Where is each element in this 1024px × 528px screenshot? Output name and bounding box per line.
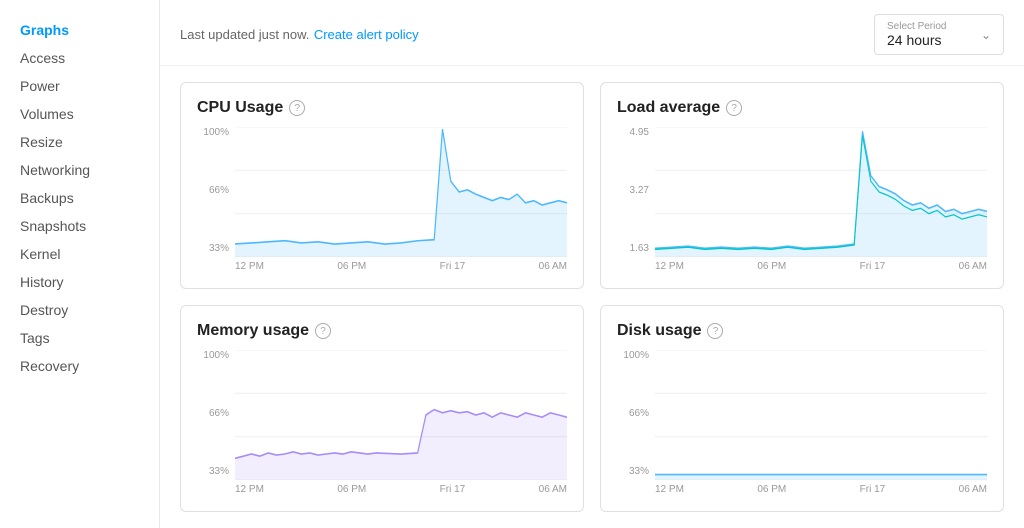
memory-help-icon[interactable]: ? bbox=[315, 323, 331, 339]
cpu-chart-inner: 12 PM 06 PM Fri 17 06 AM bbox=[235, 127, 567, 272]
load-average-card: Load average ? 4.95 3.27 1.63 bbox=[600, 82, 1004, 289]
load-help-icon[interactable]: ? bbox=[726, 100, 742, 116]
main-content: Last updated just now. Create alert poli… bbox=[160, 0, 1024, 528]
sidebar-item-backups[interactable]: Backups bbox=[0, 184, 159, 212]
memory-usage-title: Memory usage ? bbox=[197, 322, 567, 340]
period-value: 24 hours bbox=[887, 32, 941, 48]
updated-text: Last updated just now. bbox=[180, 27, 309, 42]
chevron-down-icon: ⌄ bbox=[981, 28, 991, 42]
sidebar-item-resize[interactable]: Resize bbox=[0, 128, 159, 156]
sidebar-item-access[interactable]: Access bbox=[0, 44, 159, 72]
load-y-axis: 4.95 3.27 1.63 bbox=[617, 127, 655, 272]
cpu-help-icon[interactable]: ? bbox=[289, 100, 305, 116]
disk-svg-area bbox=[655, 350, 987, 480]
sidebar-item-volumes[interactable]: Volumes bbox=[0, 100, 159, 128]
cpu-y-axis: 100% 66% 33% bbox=[197, 127, 235, 272]
load-svg-area bbox=[655, 127, 987, 257]
cpu-usage-card: CPU Usage ? 100% 66% 33% bbox=[180, 82, 584, 289]
disk-y-axis: 100% 66% 33% bbox=[617, 350, 655, 495]
memory-usage-card: Memory usage ? 100% 66% 33% bbox=[180, 305, 584, 512]
load-average-title: Load average ? bbox=[617, 99, 987, 117]
disk-svg bbox=[655, 350, 987, 480]
load-svg bbox=[655, 127, 987, 257]
sidebar-item-history[interactable]: History bbox=[0, 268, 159, 296]
sidebar: GraphsAccessPowerVolumesResizeNetworking… bbox=[0, 0, 160, 528]
memory-x-axis: 12 PM 06 PM Fri 17 06 AM bbox=[235, 480, 567, 495]
disk-chart-inner: 12 PM 06 PM Fri 17 06 AM bbox=[655, 350, 987, 495]
cpu-svg bbox=[235, 127, 567, 257]
sidebar-item-networking[interactable]: Networking bbox=[0, 156, 159, 184]
cpu-svg-area bbox=[235, 127, 567, 257]
disk-x-axis: 12 PM 06 PM Fri 17 06 AM bbox=[655, 480, 987, 495]
sidebar-item-power[interactable]: Power bbox=[0, 72, 159, 100]
header-bar: Last updated just now. Create alert poli… bbox=[160, 0, 1024, 66]
memory-chart-inner: 12 PM 06 PM Fri 17 06 AM bbox=[235, 350, 567, 495]
disk-usage-title: Disk usage ? bbox=[617, 322, 987, 340]
memory-svg-area bbox=[235, 350, 567, 480]
period-label: Select Period bbox=[887, 21, 946, 32]
cpu-x-axis: 12 PM 06 PM Fri 17 06 AM bbox=[235, 257, 567, 272]
sidebar-item-tags[interactable]: Tags bbox=[0, 324, 159, 352]
disk-usage-card: Disk usage ? 100% 66% 33% bbox=[600, 305, 1004, 512]
period-selector[interactable]: Select Period 24 hours ⌄ bbox=[874, 14, 1004, 55]
sidebar-item-destroy[interactable]: Destroy bbox=[0, 296, 159, 324]
sidebar-item-kernel[interactable]: Kernel bbox=[0, 240, 159, 268]
cpu-usage-title: CPU Usage ? bbox=[197, 99, 567, 117]
create-alert-link[interactable]: Create alert policy bbox=[314, 27, 419, 42]
update-info: Last updated just now. Create alert poli… bbox=[180, 26, 419, 44]
load-chart-area: 4.95 3.27 1.63 bbox=[617, 127, 987, 272]
disk-chart-area: 100% 66% 33% bbox=[617, 350, 987, 495]
sidebar-item-snapshots[interactable]: Snapshots bbox=[0, 212, 159, 240]
cpu-chart-area: 100% 66% 33% bbox=[197, 127, 567, 272]
memory-chart-area: 100% 66% 33% bbox=[197, 350, 567, 495]
sidebar-item-recovery[interactable]: Recovery bbox=[0, 352, 159, 380]
load-chart-inner: 12 PM 06 PM Fri 17 06 AM bbox=[655, 127, 987, 272]
charts-grid: CPU Usage ? 100% 66% 33% bbox=[160, 66, 1024, 528]
disk-help-icon[interactable]: ? bbox=[707, 323, 723, 339]
memory-y-axis: 100% 66% 33% bbox=[197, 350, 235, 495]
load-x-axis: 12 PM 06 PM Fri 17 06 AM bbox=[655, 257, 987, 272]
memory-svg bbox=[235, 350, 567, 480]
sidebar-item-graphs[interactable]: Graphs bbox=[0, 16, 159, 44]
